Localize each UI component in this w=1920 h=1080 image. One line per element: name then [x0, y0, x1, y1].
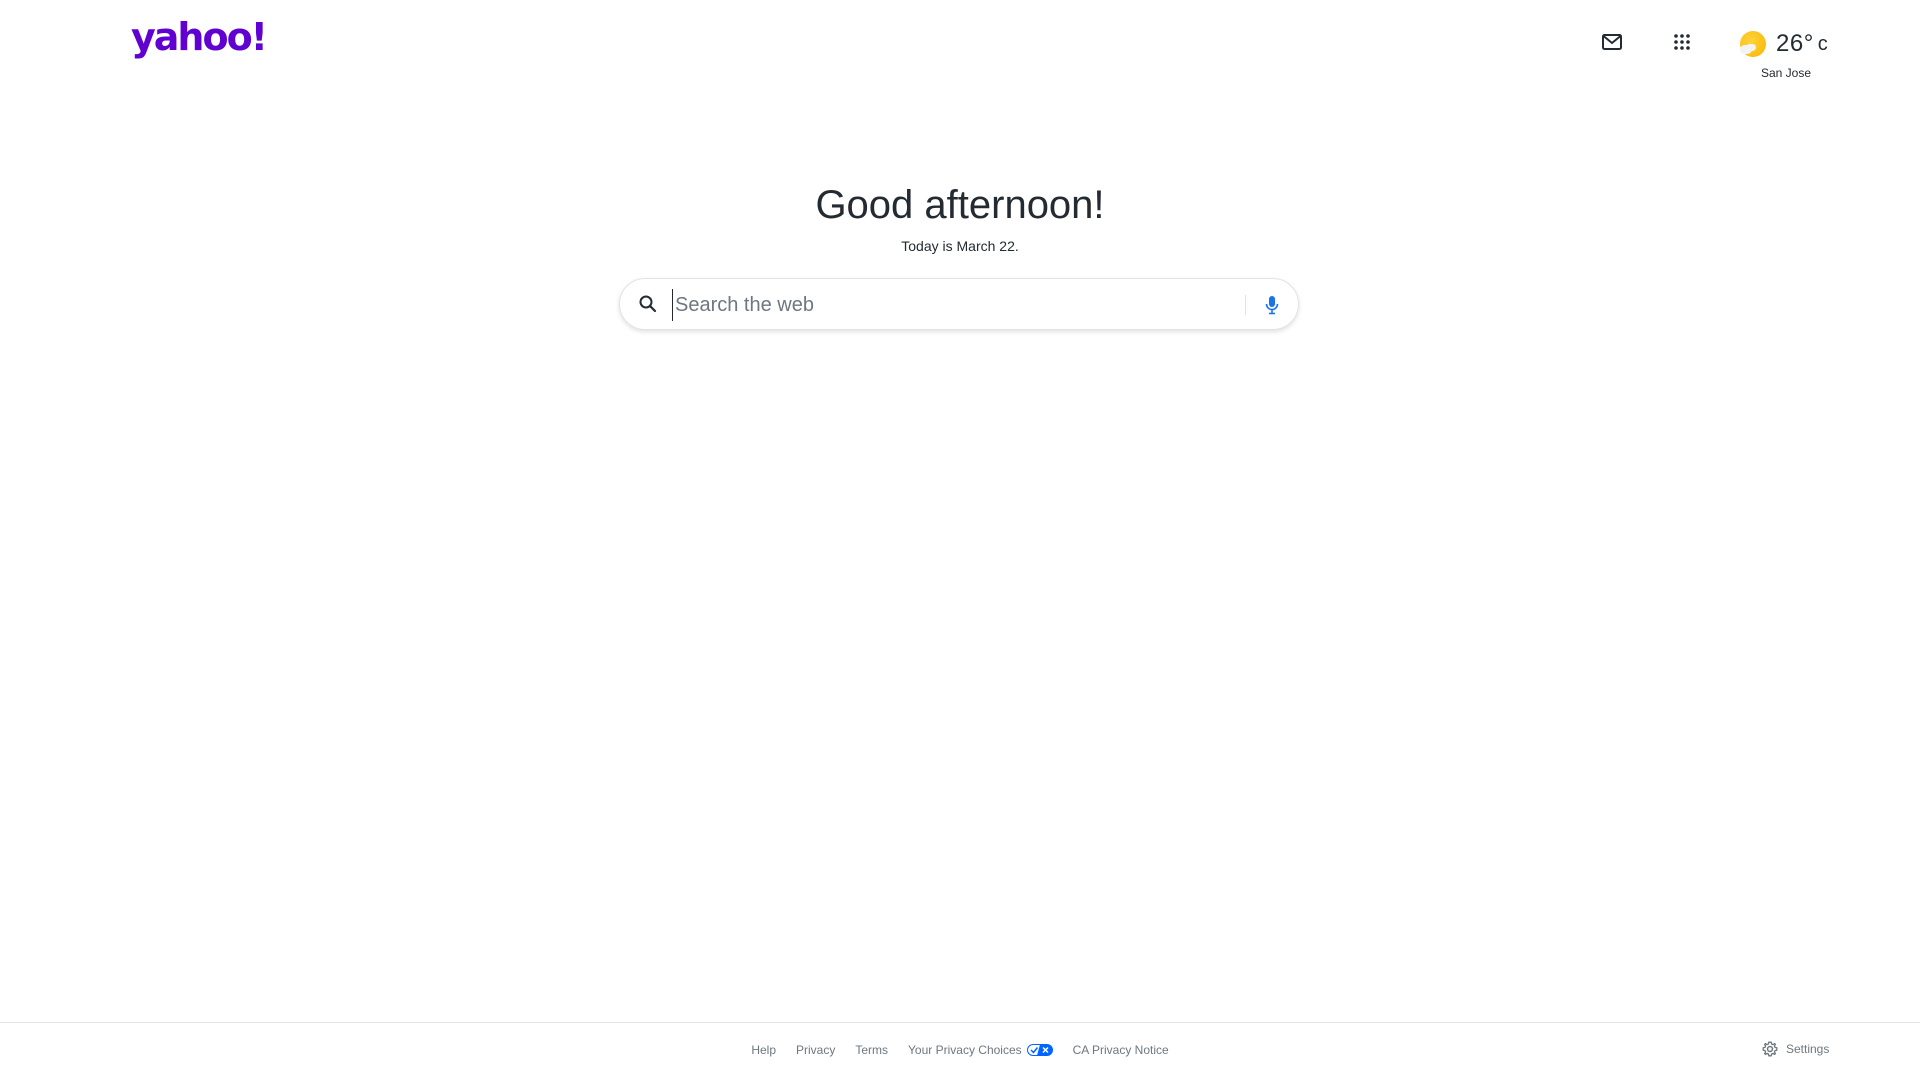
search-icon[interactable] — [638, 294, 658, 314]
settings-label: Settings — [1786, 1042, 1830, 1056]
footer-links: Help Privacy Terms Your Privacy Choices … — [0, 1043, 1920, 1057]
gear-icon — [1762, 1041, 1778, 1057]
weather-unit: c — [1817, 32, 1829, 55]
partly-sunny-icon — [1738, 29, 1768, 59]
footer: Help Privacy Terms Your Privacy Choices … — [0, 1022, 1920, 1080]
settings-button[interactable]: Settings — [1762, 1041, 1829, 1057]
privacy-choices-label: Your Privacy Choices — [908, 1043, 1022, 1057]
footer-link-terms[interactable]: Terms — [855, 1043, 888, 1057]
privacy-choices-icon — [1026, 1044, 1053, 1056]
weather-temperature: 26° — [1776, 30, 1814, 57]
apps-button[interactable] — [1666, 26, 1698, 58]
search-input[interactable] — [672, 289, 1237, 321]
search-divider — [1245, 295, 1246, 315]
mail-button[interactable] — [1596, 26, 1628, 58]
weather-row: 26° c — [1738, 24, 1838, 64]
date-line: Today is March 22. — [901, 238, 1019, 254]
weather-city: San Jose — [1760, 66, 1812, 80]
footer-link-privacy-choices[interactable]: Your Privacy Choices — [908, 1043, 1053, 1057]
weather-widget[interactable]: 26° c San Jose — [1738, 24, 1838, 80]
search-box[interactable] — [619, 278, 1299, 330]
microphone-icon — [1265, 296, 1279, 315]
page: yahoo! 26° c San Jose Good afternoon! To… — [0, 0, 1920, 1080]
footer-link-ca-privacy-notice[interactable]: CA Privacy Notice — [1073, 1043, 1169, 1057]
voice-search-button[interactable] — [1258, 291, 1286, 319]
mail-icon — [1602, 34, 1622, 50]
yahoo-logo[interactable]: yahoo! — [131, 18, 268, 56]
footer-link-help[interactable]: Help — [751, 1043, 776, 1057]
apps-grid-icon — [1674, 34, 1690, 50]
footer-link-privacy[interactable]: Privacy — [796, 1043, 835, 1057]
greeting-heading: Good afternoon! — [815, 183, 1105, 227]
